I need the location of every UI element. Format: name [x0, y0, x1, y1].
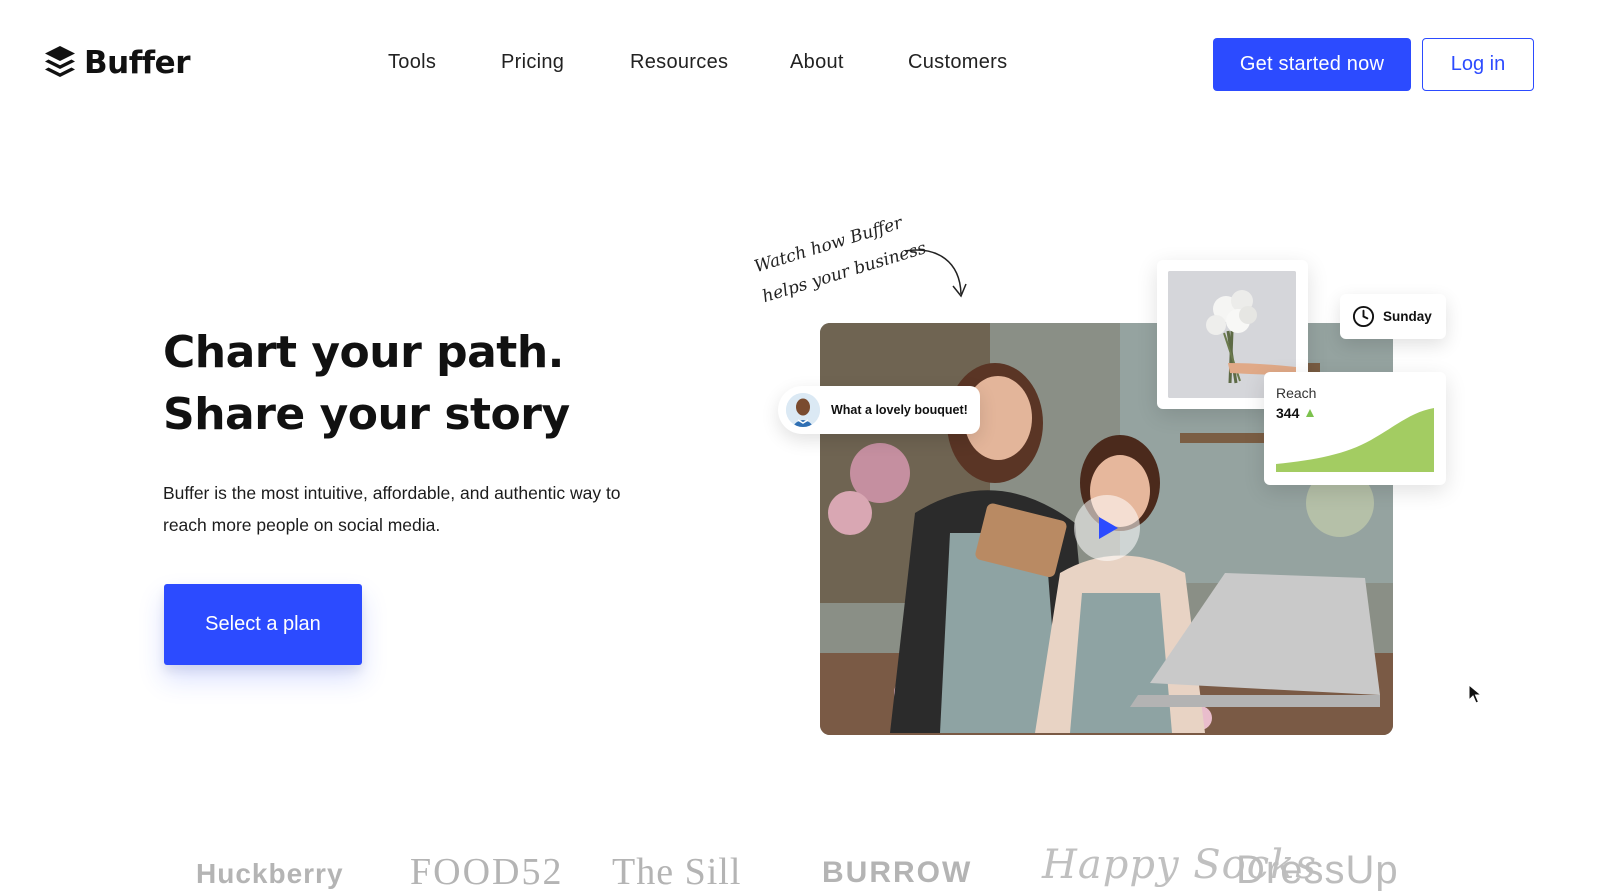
nav-item-tools[interactable]: Tools	[388, 51, 436, 74]
login-button[interactable]: Log in	[1422, 38, 1534, 91]
headline-line-2: Share your story	[163, 389, 570, 440]
brand-logo-huckberry: Huckberry	[196, 858, 344, 889]
reach-value: 344	[1276, 405, 1300, 421]
brand-logo-the-sill: The Sill	[612, 851, 742, 891]
nav-item-pricing[interactable]: Pricing	[501, 51, 564, 74]
nav-item-resources[interactable]: Resources	[630, 51, 728, 74]
brand-logo-burrow: BURROW	[822, 856, 973, 889]
nav-item-customers[interactable]: Customers	[908, 51, 1007, 74]
select-plan-button[interactable]: Select a plan	[164, 584, 362, 665]
brand-logo-food52: FOOD52	[410, 851, 564, 891]
logo-wordmark: Buffer	[84, 45, 190, 81]
mouse-cursor-icon	[1468, 684, 1482, 704]
brand-logo[interactable]: Buffer	[44, 42, 190, 84]
reach-area-chart	[1276, 408, 1434, 472]
reach-stats-card: Reach 344	[1264, 372, 1446, 485]
hero-headline: Chart your path. Share your story	[163, 322, 570, 446]
comment-bubble: What a lovely bouquet!	[778, 386, 980, 434]
hero-subtext: Buffer is the most intuitive, affordable…	[163, 483, 621, 535]
buffer-logo-icon	[45, 46, 75, 77]
nav-item-about[interactable]: About	[790, 51, 844, 74]
get-started-button[interactable]: Get started now	[1213, 38, 1411, 91]
schedule-day: Sunday	[1383, 309, 1432, 324]
brand-logo-dressup: DressUp	[1236, 848, 1399, 891]
handwritten-annotation: Watch how Buffer helps your business	[748, 213, 978, 322]
avatar-image	[786, 393, 820, 427]
trend-up-icon	[1306, 409, 1314, 417]
play-button[interactable]	[1074, 495, 1140, 561]
schedule-day-chip: Sunday	[1340, 294, 1446, 339]
reach-label: Reach	[1276, 385, 1317, 401]
headline-line-1: Chart your path.	[163, 327, 564, 378]
play-icon	[1099, 517, 1118, 539]
avatar	[786, 393, 820, 427]
clock-icon	[1352, 305, 1375, 328]
comment-text: What a lovely bouquet!	[831, 403, 968, 417]
